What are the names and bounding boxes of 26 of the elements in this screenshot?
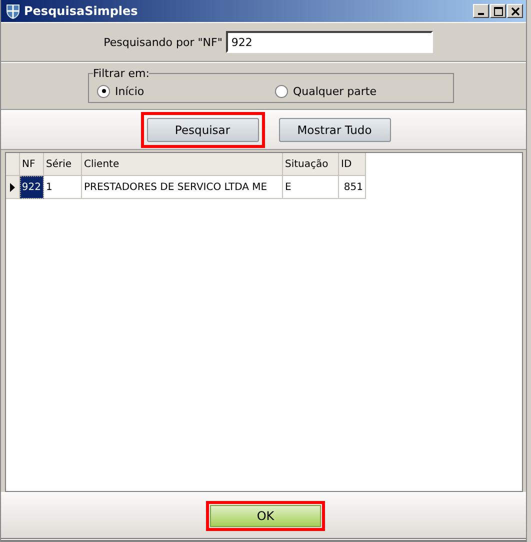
radio-option[interactable]: Qualquer parte	[275, 84, 453, 98]
column-header[interactable]: ID	[339, 153, 366, 176]
maximize-button[interactable]	[490, 4, 506, 18]
action-button[interactable]: Pesquisar	[146, 118, 258, 142]
shield-icon	[6, 4, 20, 18]
ok-button[interactable]: OK	[210, 504, 321, 526]
table-cell: PRESTADORES DE SERVICO LTDA ME	[82, 176, 283, 199]
column-header[interactable]: Situação	[283, 153, 339, 176]
window-title: PesquisaSimples	[24, 4, 139, 18]
minimize-icon	[478, 13, 484, 15]
column-header[interactable]: Cliente	[82, 153, 283, 176]
search-label: Pesquisando por "NF"	[104, 36, 222, 48]
close-button[interactable]	[507, 4, 523, 18]
column-header[interactable]: NF	[20, 153, 44, 176]
close-icon	[510, 6, 520, 16]
column-header[interactable]: Série	[44, 153, 82, 176]
table-cell: 1	[44, 176, 82, 199]
table-cell: 922	[20, 176, 44, 199]
table-cell: E	[283, 176, 339, 199]
minimize-button[interactable]	[473, 4, 489, 18]
action-button[interactable]: Mostrar Tudo	[278, 118, 390, 142]
filter-legend: Filtrar em:	[93, 67, 150, 80]
maximize-icon	[494, 6, 502, 16]
radio-option[interactable]: Início	[97, 84, 275, 98]
search-field[interactable]: 922	[226, 31, 434, 53]
table-cell: 851	[339, 176, 366, 199]
